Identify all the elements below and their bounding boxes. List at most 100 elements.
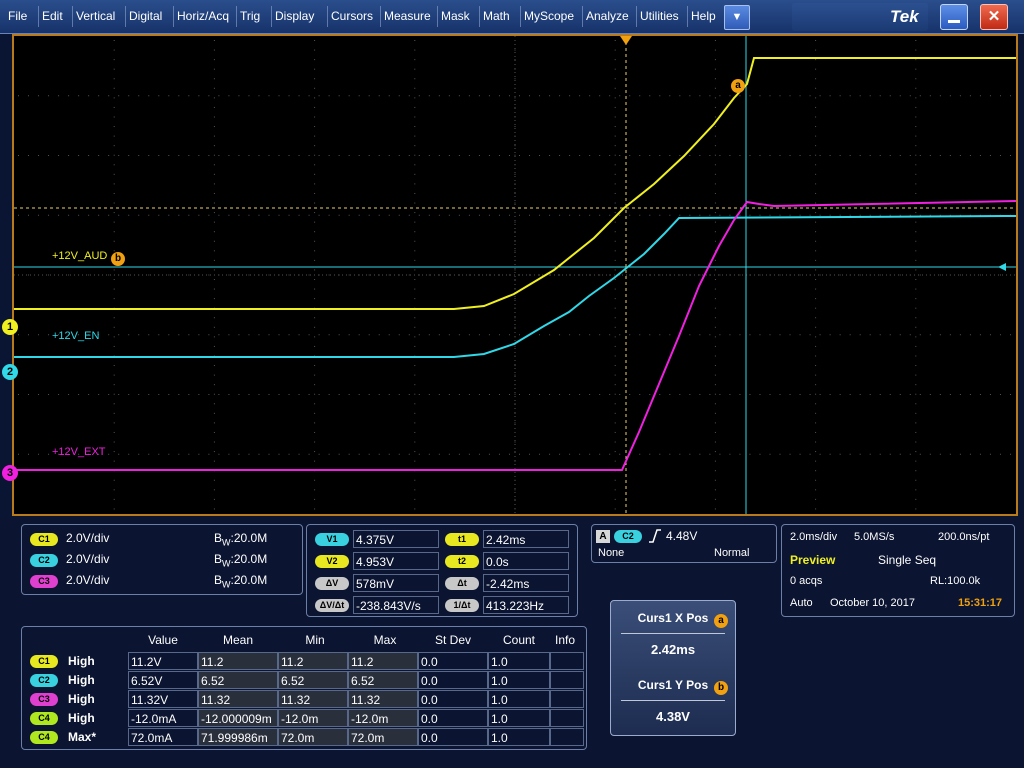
trigger-a-badge: A — [596, 530, 610, 543]
bw-prefix: B — [214, 552, 223, 566]
trace-label-ext: +12V_EXT — [52, 446, 106, 458]
acq-state: Preview — [790, 553, 836, 567]
cursor-position-panel[interactable]: Curs1 X Pos a 2.42ms Curs1 Y Pos b 4.38V — [610, 600, 736, 736]
measurement-type: High — [68, 711, 95, 725]
menu-item-edit[interactable]: Edit — [42, 0, 63, 33]
measurement-cell-max: 72.0m — [348, 728, 418, 746]
dvdt-badge: ΔV/Δt — [315, 599, 349, 612]
menu-item-horiz-acq[interactable]: Horiz/Acq — [177, 0, 229, 33]
measurement-cell-min: -12.0m — [278, 709, 348, 727]
menu-separator — [380, 6, 381, 27]
tek-logo: Tek — [890, 7, 919, 26]
channel-badge: C2 — [30, 554, 58, 567]
channel-scale: 2.0V/div — [66, 552, 110, 566]
measurement-type: High — [68, 673, 95, 687]
menu-separator — [38, 6, 39, 27]
measurement-column-header: Info — [554, 633, 575, 647]
horizontal-panel[interactable]: 2.0ms/div 5.0MS/s 200.0ns/pt Preview Sin… — [781, 524, 1015, 617]
measurement-cell-mean: 11.2 — [198, 652, 278, 670]
curs1-y-value[interactable]: 4.38V — [611, 709, 735, 724]
menu-item-analyze[interactable]: Analyze — [586, 0, 629, 33]
chevron-down-icon[interactable]: ▼ — [724, 5, 750, 30]
bw-sub: W — [222, 558, 231, 569]
readout-area: C1 2.0V/div BW:20.0M C2 2.0V/div BW:20.0M C3 2.… — [0, 518, 1024, 768]
measurement-source-badge: C4 — [30, 712, 58, 725]
menu-item-cursors[interactable]: Cursors — [331, 0, 373, 33]
menu-separator — [636, 6, 637, 27]
measurement-column-header: Max — [373, 633, 397, 647]
measurement-cell-mean: 71.999986m — [198, 728, 278, 746]
curs1-x-value[interactable]: 2.42ms — [611, 642, 735, 657]
menu-separator — [173, 6, 174, 27]
dt-value: -2.42ms — [483, 574, 569, 592]
waveform-display[interactable]: +12V_AUD b a +12V_EN +12V_EXT — [12, 34, 1018, 516]
measurement-cell-stdev: 0.0 — [418, 690, 488, 708]
close-button[interactable]: ✕ — [980, 4, 1008, 30]
menu-separator — [687, 6, 688, 27]
menu-separator — [125, 6, 126, 27]
menu-item-utilities[interactable]: Utilities — [640, 0, 679, 33]
trigger-mode: Normal — [714, 547, 750, 559]
trigger-panel[interactable]: A C2 4.48V None Normal — [591, 524, 777, 563]
menu-item-myscope[interactable]: MyScope — [524, 0, 574, 33]
measurement-cell-stdev: 0.0 — [418, 652, 488, 670]
run-mode: Auto — [790, 597, 813, 609]
menu-separator — [72, 6, 73, 27]
menu-item-vertical[interactable]: Vertical — [76, 0, 115, 33]
channel-bandwidth: BW:20.0M — [214, 531, 267, 547]
menu-item-file[interactable]: File — [8, 0, 27, 33]
divider — [621, 633, 725, 634]
menu-item-math[interactable]: Math — [483, 0, 510, 33]
measurement-cell-stdev: 0.0 — [418, 671, 488, 689]
menu-separator — [327, 6, 328, 27]
measurement-cell-min: 72.0m — [278, 728, 348, 746]
minimize-button[interactable] — [940, 4, 968, 30]
v2-value: 4.953V — [353, 552, 439, 570]
channel-settings-panel[interactable]: C1 2.0V/div BW:20.0M C2 2.0V/div BW:20.0M C3 2.… — [21, 524, 303, 595]
measurement-cell-info — [550, 652, 584, 670]
cursor-b-marker: b — [111, 252, 125, 266]
measurement-cell-stdev: 0.0 — [418, 728, 488, 746]
trigger-source-badge: C2 — [614, 530, 642, 543]
channel-scale: 2.0V/div — [66, 573, 110, 587]
measurement-cell-mean: -12.000009m — [198, 709, 278, 727]
measurement-cell-value: 6.52V — [128, 671, 198, 689]
menu-item-help[interactable]: Help — [691, 0, 716, 33]
measurement-source-badge: C3 — [30, 693, 58, 706]
inv-dt-badge: 1/Δt — [445, 599, 479, 612]
acq-date: October 10, 2017 — [830, 597, 916, 609]
measurement-cell-value: 11.32V — [128, 690, 198, 708]
menu-item-measure[interactable]: Measure — [384, 0, 431, 33]
measurement-cell-min: 6.52 — [278, 671, 348, 689]
ch3-ground-marker[interactable]: 3 — [2, 465, 18, 481]
measurement-cell-min: 11.2 — [278, 652, 348, 670]
menu-item-digital[interactable]: Digital — [129, 0, 162, 33]
menu-item-mask[interactable]: Mask — [441, 0, 470, 33]
ch2-ground-marker[interactable]: 2 — [2, 364, 18, 380]
channel-bandwidth: BW:20.0M — [214, 573, 267, 589]
trigger-position-icon[interactable] — [620, 36, 632, 45]
cursor-b-arrow-icon — [998, 263, 1006, 271]
resolution: 200.0ns/pt — [938, 531, 990, 543]
measurement-source-badge: C1 — [30, 655, 58, 668]
measurement-cell-info — [550, 690, 584, 708]
measurement-cell-value: -12.0mA — [128, 709, 198, 727]
menu-item-trig[interactable]: Trig — [240, 0, 260, 33]
measurement-type: High — [68, 654, 95, 668]
t1-badge: t1 — [445, 533, 479, 546]
grid — [14, 36, 1016, 514]
measurement-cell-value: 72.0mA — [128, 728, 198, 746]
measurement-cell-count: 1.0 — [488, 671, 550, 689]
cursor-readout-panel[interactable]: V1 4.375V V2 4.953V ΔV 578mV ΔV/Δt -238.… — [306, 524, 578, 617]
channel-bandwidth: BW:20.0M — [214, 552, 267, 568]
v2-badge: V2 — [315, 555, 349, 568]
menu-bar: File Edit Vertical Digital Horiz/Acq Trig Disp… — [0, 0, 1024, 34]
measurement-cell-count: 1.0 — [488, 728, 550, 746]
bw-value: :20.0M — [230, 573, 268, 587]
menu-item-display[interactable]: Display — [275, 0, 314, 33]
measurements-panel[interactable]: Value Mean Min Max St Dev Count Info C1 High 11.… — [21, 626, 587, 750]
trigger-level: 4.48V — [666, 529, 698, 543]
measurement-cell-count: 1.0 — [488, 690, 550, 708]
ch1-ground-marker[interactable]: 1 — [2, 319, 18, 335]
bw-value: :20.0M — [230, 531, 268, 545]
